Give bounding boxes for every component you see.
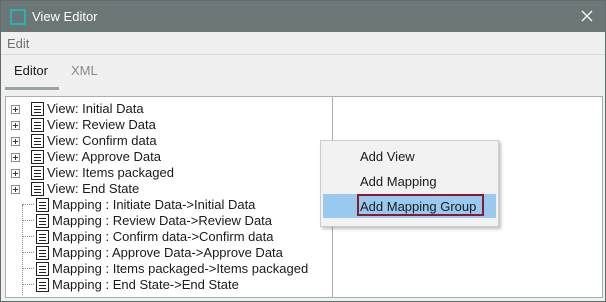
- document-icon: [31, 166, 44, 180]
- menu-item-add-view[interactable]: Add View: [323, 144, 496, 168]
- context-menu: Add View Add Mapping Add Mapping Group: [320, 140, 499, 227]
- tree-item-label: View: Confirm data: [47, 133, 157, 148]
- expand-icon[interactable]: [11, 105, 20, 114]
- document-icon: [36, 262, 49, 276]
- document-icon: [36, 214, 49, 228]
- expand-icon[interactable]: [11, 137, 20, 146]
- document-icon: [31, 118, 44, 132]
- tree-mapping-item[interactable]: Mapping : Approve Data->Approve Data: [6, 245, 332, 261]
- tree-view-item[interactable]: View: Confirm data: [6, 133, 332, 149]
- tree-mapping-item[interactable]: Mapping : End State->End State: [6, 277, 332, 293]
- document-icon: [31, 134, 44, 148]
- tree-item-label: Mapping : Initiate Data->Initial Data: [52, 197, 256, 212]
- document-icon: [36, 230, 49, 244]
- menu-item-label: Add View: [360, 149, 415, 164]
- tab-bar: Editor XML: [1, 55, 605, 91]
- close-icon: [581, 10, 593, 22]
- tree-item-label: Mapping : End State->End State: [52, 277, 239, 292]
- tree-view-item[interactable]: View: Review Data: [6, 117, 332, 133]
- tree-item-label: View: Approve Data: [47, 149, 161, 164]
- tree-item-label: View: Review Data: [47, 117, 156, 132]
- menu-item-add-mapping-group[interactable]: Add Mapping Group: [323, 194, 496, 218]
- active-tab-indicator: [5, 87, 59, 90]
- title-bar[interactable]: View Editor: [1, 1, 605, 32]
- menu-item-label: Add Mapping Group: [360, 199, 477, 214]
- tree-view-item[interactable]: View: Items packaged: [6, 165, 332, 181]
- expand-icon[interactable]: [11, 169, 20, 178]
- tree-item-label: View: Initial Data: [47, 101, 144, 116]
- tab-xml[interactable]: XML: [71, 63, 98, 78]
- menu-item-label: Add Mapping: [360, 174, 437, 189]
- tree-item-label: Mapping : Review Data->Review Data: [52, 213, 273, 228]
- tree-view-item[interactable]: View: Initial Data: [6, 101, 332, 117]
- tab-editor[interactable]: Editor: [14, 63, 48, 78]
- tree-item-label: Mapping : Confirm data->Confirm data: [52, 229, 274, 244]
- tree-view-item[interactable]: View: End State: [6, 181, 332, 197]
- tree-item-label: View: End State: [47, 181, 140, 196]
- tree-mapping-item[interactable]: Mapping : Confirm data->Confirm data: [6, 229, 332, 245]
- tree-mapping-item[interactable]: Mapping : Initiate Data->Initial Data: [6, 197, 332, 213]
- document-icon: [31, 150, 44, 164]
- tree-item-label: Mapping : Items packaged->Items packaged: [52, 261, 309, 276]
- document-icon: [36, 246, 49, 260]
- close-button[interactable]: [575, 4, 599, 28]
- expand-icon[interactable]: [11, 153, 20, 162]
- menu-bar: Edit: [1, 32, 605, 55]
- tree-guide-line: [22, 205, 24, 295]
- document-icon: [31, 182, 44, 196]
- app-icon: [10, 9, 26, 25]
- menu-item-add-mapping[interactable]: Add Mapping: [323, 169, 496, 193]
- expand-icon[interactable]: [11, 185, 20, 194]
- tree-mapping-item[interactable]: Mapping : Review Data->Review Data: [6, 213, 332, 229]
- view-editor-window: View Editor Edit Editor XML View: Initia…: [0, 0, 606, 302]
- tree-view-item[interactable]: View: Approve Data: [6, 149, 332, 165]
- tree-mapping-item[interactable]: Mapping : Items packaged->Items packaged: [6, 261, 332, 277]
- tree-item-label: Mapping : Approve Data->Approve Data: [52, 245, 283, 260]
- window-title: View Editor: [32, 9, 98, 24]
- tree-panel[interactable]: View: Initial Data View: Review Data Vie…: [5, 96, 333, 298]
- document-icon: [36, 278, 49, 292]
- expand-icon[interactable]: [11, 121, 20, 130]
- menu-edit[interactable]: Edit: [7, 36, 29, 51]
- document-icon: [31, 102, 44, 116]
- view-tree: View: Initial Data View: Review Data Vie…: [6, 101, 332, 293]
- tree-item-label: View: Items packaged: [47, 165, 174, 180]
- document-icon: [36, 198, 49, 212]
